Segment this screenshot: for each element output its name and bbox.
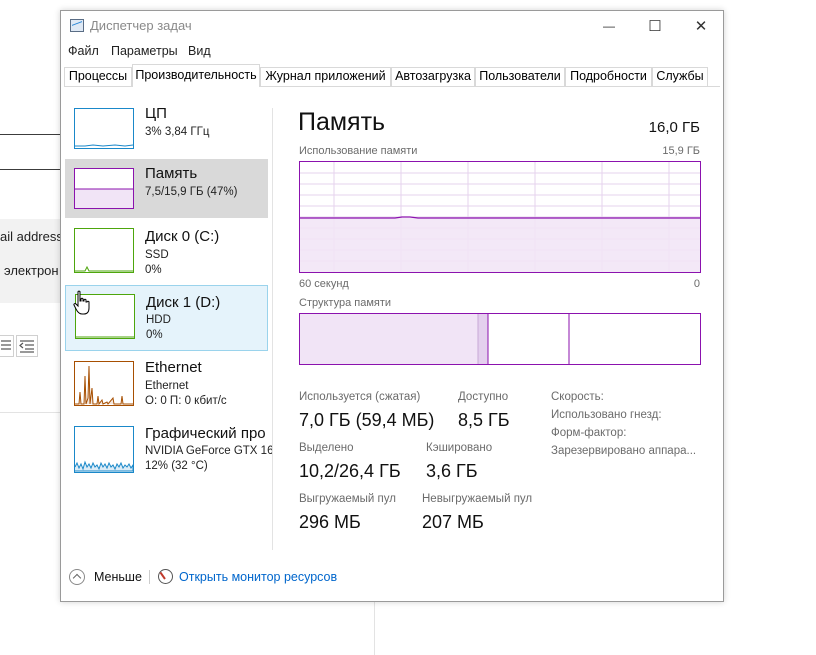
form-factor-label: Форм-фактор: [551,427,627,439]
memory-graph-icon [75,188,133,208]
chevron-up-icon[interactable] [69,569,85,585]
in-use-label: Используется (сжатая) [299,391,421,403]
sidebar-item-disk1[interactable]: Диск 1 (D:) HDD 0% [65,285,268,351]
sidebar-item-memory[interactable]: Память 7,5/15,9 ГБ (47%) [65,159,268,218]
memory-total: 16,0 ГБ [648,119,700,136]
background-divider [0,412,60,413]
graph-time-left: 60 секунд [299,278,349,290]
memory-usage-label: Использование памяти [299,145,418,157]
hand-cursor-icon [73,290,90,315]
footer-separator [149,570,150,584]
nonpaged-pool-label: Невыгружаемый пул [422,493,533,505]
background-email-label: ail address [0,229,63,244]
sidebar-item-title: ЦП [145,105,167,122]
sidebar-item-sub: HDD [146,314,171,326]
memory-usage-chart [300,162,700,272]
graph-time-right: 0 [693,278,700,290]
memory-usage-max: 15,9 ГБ [662,145,700,157]
tab-processes[interactable]: Процессы [64,67,132,86]
cached-value: 3,6 ГБ [426,461,478,481]
align-icon [1,340,11,350]
background-electron-label: электрон [4,263,59,278]
tab-details[interactable]: Подробности [565,67,652,86]
background-divider [0,169,60,170]
tab-services[interactable]: Службы [652,67,708,86]
memory-thumbnail [74,168,134,209]
tab-app-history[interactable]: Журнал приложений [260,67,391,86]
hardware-reserved-label: Зарезервировано аппара... [551,445,697,457]
memory-structure-chart [300,314,570,364]
menu-file[interactable]: Файл [68,44,99,58]
memory-usage-graph [299,161,701,273]
title-bar[interactable]: Диспетчер задач — ☐ ✕ [61,11,723,41]
background-indent-button[interactable] [16,335,38,357]
sidebar-item-sub: 0% [146,329,163,341]
available-label: Доступно [458,391,509,403]
in-use-value: 7,0 ГБ (59,4 МБ) [299,410,435,430]
sidebar-item-cpu[interactable]: ЦП 3% 3,84 ГГц [65,99,268,159]
memory-structure-label: Структура памяти [299,297,392,309]
sidebar-item-sub: SSD [145,249,169,261]
memory-usage-area [300,218,700,272]
fewer-details-button[interactable]: Меньше [94,570,142,584]
page-title: Память [298,108,386,136]
task-manager-icon [70,19,84,32]
sidebar-item-title: Память [145,165,198,182]
sidebar-item-disk0[interactable]: Диск 0 (C:) SSD 0% [65,218,268,284]
menu-options[interactable]: Параметры [111,44,178,58]
sidebar-item-sub: О: 0 П: 0 кбит/с [145,395,227,407]
ethernet-thumbnail [74,361,134,406]
open-resource-monitor-link[interactable]: Открыть монитор ресурсов [179,570,337,584]
sidebar-item-sub: 7,5/15,9 ГБ (47%) [145,186,238,198]
tab-startup[interactable]: Автозагрузка [391,67,475,86]
cpu-thumbnail [74,108,134,149]
sidebar-item-title: Диск 1 (D:) [146,294,221,311]
background-align-button[interactable] [0,335,14,357]
sidebar-item-sub: 12% (32 °C) [145,460,208,472]
close-button[interactable]: ✕ [678,11,724,41]
tab-users[interactable]: Пользователи [475,67,565,86]
sidebar-item-sub: 3% 3,84 ГГц [145,126,210,138]
indent-icon [19,340,34,353]
available-value: 8,5 ГБ [458,410,510,430]
cpu-graph-icon [75,144,133,147]
footer-bar: Меньше Открыть монитор ресурсов [61,566,723,596]
resource-monitor-icon[interactable] [158,569,173,584]
gpu-graph-icon [75,460,133,472]
sidebar-item-sub: 0% [145,264,162,276]
background-divider [0,134,60,135]
background-vertical-divider [374,602,375,655]
paged-pool-value: 296 МБ [299,512,361,532]
ethernet-graph-icon [75,365,133,405]
menu-view[interactable]: Вид [188,44,211,58]
minimize-button[interactable]: — [586,11,632,41]
sidebar-item-sub: Ethernet [145,380,189,392]
speed-label: Скорость: [551,391,604,403]
committed-value: 10,2/26,4 ГБ [299,461,401,481]
tab-bar: Процессы Производительность Журнал прило… [64,64,720,87]
maximize-button[interactable]: ☐ [632,11,678,41]
disk0-graph-icon [75,265,133,272]
window-title: Диспетчер задач [90,18,192,33]
memory-structure-bar [299,313,701,365]
cached-label: Кэшировано [426,442,493,454]
committed-label: Выделено [299,442,354,454]
sidebar-item-title: Ethernet [145,359,202,376]
disk0-thumbnail [74,228,134,273]
paged-pool-label: Выгружаемый пул [299,493,396,505]
panel-divider[interactable] [272,108,273,550]
slots-label: Использовано гнезд: [551,409,662,421]
nonpaged-pool-value: 207 МБ [422,512,484,532]
gpu-thumbnail [74,426,134,473]
sidebar-item-gpu[interactable]: Графический про NVIDIA GeForce GTX 165 1… [65,415,272,481]
sidebar-item-title: Графический про [145,425,266,442]
sidebar-item-title: Диск 0 (C:) [145,228,220,245]
tab-performance[interactable]: Производительность [132,64,260,87]
task-manager-window: Диспетчер задач — ☐ ✕ Файл Параметры Вид… [60,10,724,602]
sidebar-item-ethernet[interactable]: Ethernet Ethernet О: 0 П: 0 кбит/с [65,351,268,415]
sidebar-item-sub: NVIDIA GeForce GTX 165 [145,445,272,457]
